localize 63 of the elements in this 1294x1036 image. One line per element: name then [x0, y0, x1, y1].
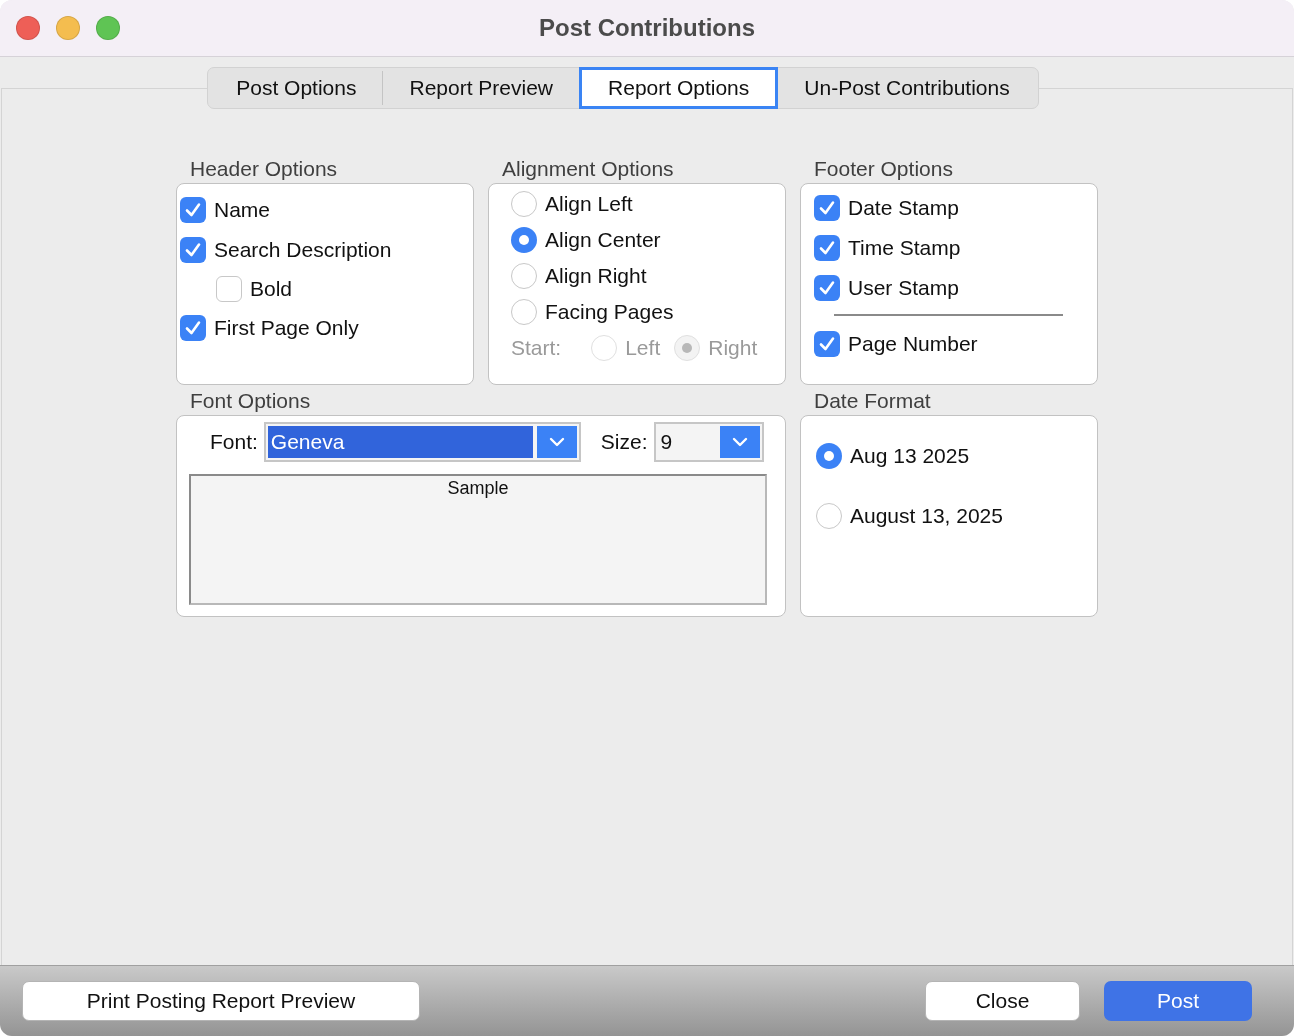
checkbox[interactable]: [814, 331, 840, 357]
checkbox[interactable]: [180, 197, 206, 223]
font-dropdown[interactable]: Geneva: [263, 422, 581, 462]
radio-label: Facing Pages: [545, 300, 674, 324]
checkbox-label: Time Stamp: [848, 236, 961, 260]
checkbox[interactable]: [814, 235, 840, 261]
checkbox[interactable]: [180, 315, 206, 341]
checkmark-icon: [818, 239, 836, 257]
checkmark-icon: [818, 279, 836, 297]
start-label: Start:: [511, 336, 562, 360]
group-title: Footer Options: [813, 156, 954, 182]
tab[interactable]: Report Options: [579, 67, 779, 109]
group-title: Font Options: [189, 388, 312, 414]
radio-button[interactable]: [816, 443, 842, 469]
radio-button[interactable]: [816, 503, 842, 529]
tab[interactable]: Un-Post Contributions: [778, 71, 1036, 105]
chevron-down-icon: [730, 436, 749, 448]
checkbox[interactable]: [216, 276, 242, 302]
font-value: Geneva: [267, 426, 533, 458]
checkmark-icon: [184, 241, 202, 259]
tab[interactable]: Report Preview: [383, 71, 580, 105]
radio-button[interactable]: [511, 263, 537, 289]
size-value: 9: [659, 429, 674, 455]
checkmark-icon: [184, 319, 202, 337]
secondary-button[interactable]: Close: [925, 981, 1080, 1021]
chevron-down-icon: [547, 436, 566, 448]
checkbox-label: Name: [214, 198, 271, 222]
checkbox-label: User Stamp: [848, 276, 959, 300]
checkmark-icon: [184, 201, 202, 219]
checkmark-icon: [818, 199, 836, 217]
primary-button[interactable]: Post: [1104, 981, 1252, 1021]
print-preview-button[interactable]: Print Posting Report Preview: [22, 981, 420, 1021]
window-title: Post Contributions: [539, 14, 755, 42]
checkbox-label: Page Number: [848, 332, 978, 356]
radio-label: Left: [625, 336, 661, 360]
radio-label: Right: [708, 336, 758, 360]
font-label: Font:: [210, 430, 258, 454]
close-window-button[interactable]: [16, 16, 40, 40]
group-title: Date Format: [813, 388, 932, 414]
size-dropdown[interactable]: 9: [653, 422, 764, 462]
checkbox-label: Bold: [250, 277, 293, 301]
checkbox[interactable]: [814, 195, 840, 221]
tab[interactable]: Post Options: [210, 71, 384, 105]
radio-label: Align Left: [545, 192, 633, 216]
checkbox-label: First Page Only: [214, 316, 359, 340]
checkbox-label: Search Description: [214, 238, 392, 262]
minimize-window-button[interactable]: [56, 16, 80, 40]
zoom-window-button[interactable]: [96, 16, 120, 40]
checkbox[interactable]: [180, 237, 206, 263]
radio-label: Align Center: [545, 228, 661, 252]
size-label: Size:: [600, 430, 648, 454]
radio-button[interactable]: [511, 191, 537, 217]
group-title: Alignment Options: [501, 156, 675, 182]
sample-text: Sample: [447, 478, 509, 500]
radio-button[interactable]: [511, 299, 537, 325]
checkbox[interactable]: [814, 275, 840, 301]
radio-button[interactable]: [511, 227, 537, 253]
radio-label: August 13, 2025: [850, 504, 1003, 528]
radio-label: Aug 13 2025: [850, 444, 970, 468]
checkmark-icon: [818, 335, 836, 353]
radio-label: Align Right: [545, 264, 647, 288]
checkbox-label: Date Stamp: [848, 196, 959, 220]
group-title: Header Options: [189, 156, 339, 182]
